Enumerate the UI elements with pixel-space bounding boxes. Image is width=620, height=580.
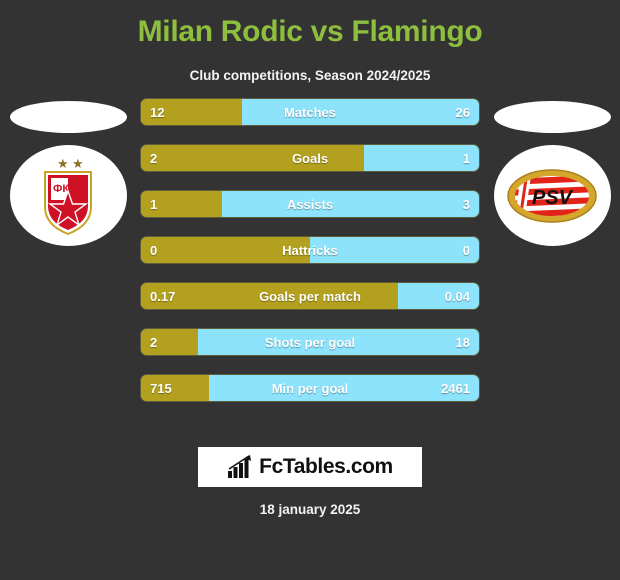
home-team-crest: ★ ★ ФК: [9, 145, 127, 246]
away-value: 18: [455, 335, 470, 350]
stat-label: Assists: [286, 197, 334, 212]
stat-label: Shots per goal: [264, 335, 356, 350]
stat-row-goals-per-match: 0.17 Goals per match 0.04: [140, 282, 480, 310]
away-value: 1: [462, 151, 470, 166]
svg-text:PSV: PSV: [532, 187, 574, 209]
stat-label: Matches: [283, 105, 337, 120]
svg-text:★: ★: [57, 156, 69, 171]
stat-row-assists: 1 Assists 3: [140, 190, 480, 218]
home-placeholder-ellipse: [9, 101, 127, 133]
stat-row-matches: 12 Matches 26: [140, 98, 480, 126]
away-value: 26: [455, 105, 470, 120]
stat-label: Hattricks: [282, 243, 338, 258]
stat-row-shots-per-goal: 2 Shots per goal 18: [140, 328, 480, 356]
bar-chart-arrow-icon: [228, 455, 252, 478]
stat-row-min-per-goal: 715 Min per goal 2461: [140, 374, 480, 402]
crvena-zvezda-crest-icon: ★ ★ ФК: [44, 156, 92, 235]
svg-text:★: ★: [72, 156, 84, 171]
fctables-brand-logo[interactable]: FcTables.com: [198, 447, 422, 487]
away-team-crest: PSV: [493, 145, 611, 246]
comparison-area: ★ ★ ФК 12 Matches 26 2 Goals 1 1 Assists…: [0, 98, 620, 408]
away-value: 0.04: [444, 289, 470, 304]
page-title: Milan Rodic vs Flamingo: [137, 15, 483, 48]
stat-row-goals: 2 Goals 1: [140, 144, 480, 172]
stat-row-hattricks: 0 Hattricks 0: [140, 236, 480, 264]
fctables-brand-text: FcTables.com: [259, 455, 393, 478]
page-subtitle: Club competitions, Season 2024/2025: [189, 68, 431, 83]
away-value: 3: [462, 197, 470, 212]
away-value: 2461: [441, 381, 470, 396]
stat-label: Goals: [291, 151, 329, 166]
away-value: 0: [462, 243, 470, 258]
away-team-crest-column: PSV: [484, 98, 620, 398]
psv-eindhoven-crest-icon: PSV: [507, 168, 597, 223]
footer-date: 18 january 2025: [259, 502, 361, 517]
home-team-crest-column: ★ ★ ФК: [0, 98, 136, 398]
away-placeholder-ellipse: [493, 101, 611, 133]
stat-label: Goals per match: [259, 289, 361, 304]
stats-bar-list: 12 Matches 26 2 Goals 1 1 Assists 3 0 Ha…: [140, 98, 480, 402]
stat-label: Min per goal: [271, 381, 349, 396]
